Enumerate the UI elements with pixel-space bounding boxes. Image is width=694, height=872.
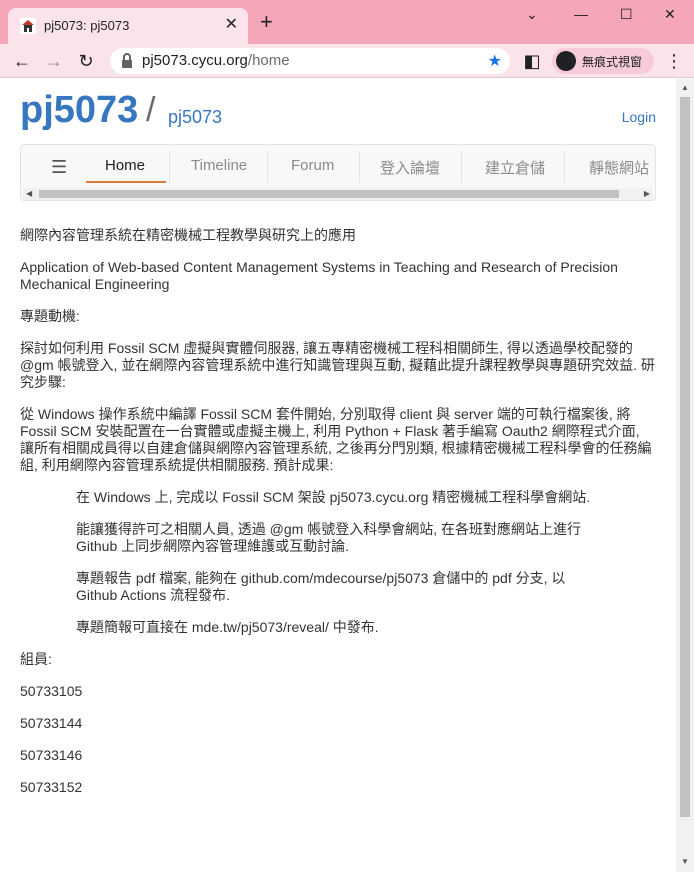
scroll-left-icon[interactable]: ◀	[26, 188, 32, 200]
back-icon[interactable]: ←	[10, 49, 34, 73]
page-vertical-scrollbar[interactable]: ▲ ▼	[676, 79, 694, 872]
nav-divider	[359, 151, 360, 183]
chevron-down-icon[interactable]: ⌄	[526, 6, 538, 23]
nav-divider	[461, 151, 462, 183]
scroll-down-icon[interactable]: ▼	[680, 857, 690, 867]
brand-separator: /	[146, 91, 156, 129]
outcome-item: 在 Windows 上, 完成以 Fossil SCM 架設 pj5073.cy…	[76, 489, 591, 505]
page-viewport: pj5073 / pj5073 Login ☰ Home Timeline Fo…	[0, 79, 676, 872]
browser-toolbar: ← → ↻ pj5073.cycu.org/home ★ ◧ 無痕式視窗 ⋮	[0, 44, 694, 78]
nav-divider	[564, 151, 565, 183]
site-subtitle[interactable]: pj5073	[168, 107, 222, 128]
tab-title: pj5073: pj5073	[44, 18, 130, 33]
maximize-icon[interactable]: ☐	[620, 6, 633, 23]
address-bar[interactable]: pj5073.cycu.org/home ★	[110, 48, 510, 74]
main-content: 網際內容管理系統在精密機械工程教學與研究上的應用 Application of …	[20, 227, 656, 811]
close-tab-icon[interactable]: ✕	[225, 16, 238, 34]
incognito-indicator[interactable]: 無痕式視窗	[552, 48, 654, 74]
browser-titlebar: pj5073: pj5073 ✕ + ⌄ — ☐ ✕	[0, 0, 694, 44]
nav-horizontal-scrollbar[interactable]: ◀ ▶	[23, 188, 653, 200]
steps-paragraph: 從 Windows 操作系統中編譯 Fossil SCM 套件開始, 分別取得 …	[20, 406, 652, 473]
minimize-icon[interactable]: —	[574, 6, 588, 22]
outcome-item: 專題報告 pdf 檔案, 能夠在 github.com/mdecourse/pj…	[76, 570, 566, 603]
nav-item-home[interactable]: Home	[105, 157, 145, 174]
nav-item-timeline[interactable]: Timeline	[191, 157, 247, 174]
nav-scroll-thumb[interactable]	[39, 190, 619, 198]
close-window-icon[interactable]: ✕	[664, 6, 676, 23]
page-scroll-thumb[interactable]	[680, 97, 690, 817]
nav-divider	[169, 151, 170, 183]
scroll-right-icon[interactable]: ▶	[644, 188, 650, 200]
side-panel-icon[interactable]: ◧	[520, 49, 544, 73]
nav-divider	[267, 151, 268, 183]
bookmark-star-icon[interactable]: ★	[488, 51, 502, 71]
hamburger-menu-icon[interactable]: ☰	[51, 157, 67, 178]
members-heading: 組員:	[20, 651, 52, 667]
menu-kebab-icon[interactable]: ⋮	[662, 49, 686, 73]
member-id: 50733152	[20, 779, 83, 795]
lock-icon	[122, 53, 132, 68]
nav-item-forum-login[interactable]: 登入論壇	[380, 157, 440, 178]
forward-icon[interactable]: →	[42, 49, 66, 73]
reload-icon[interactable]: ↻	[74, 49, 98, 73]
login-link[interactable]: Login	[622, 109, 656, 125]
content-title-zh: 網際內容管理系統在精密機械工程教學與研究上的應用	[20, 227, 356, 243]
member-id: 50733105	[20, 683, 83, 699]
member-id: 50733144	[20, 715, 83, 731]
nav-item-static-site[interactable]: 靜態網站	[589, 157, 649, 178]
motivation-heading: 專題動機:	[20, 308, 80, 324]
scroll-up-icon[interactable]: ▲	[680, 83, 690, 93]
new-tab-icon[interactable]: +	[260, 11, 273, 33]
nav-item-forum[interactable]: Forum	[291, 157, 334, 174]
outcome-item: 專題簡報可直接在 mde.tw/pj5073/reveal/ 中發布.	[76, 619, 379, 635]
member-id: 50733146	[20, 747, 83, 763]
main-nav: ☰ Home Timeline Forum 登入論壇 建立倉儲 靜態網站 ◀ ▶	[20, 144, 656, 201]
url-text: pj5073.cycu.org/home	[142, 52, 290, 69]
site-favicon-icon	[20, 18, 36, 34]
motivation-paragraph: 探討如何利用 Fossil SCM 虛擬與實體伺服器, 讓五專精密機械工程科相關…	[20, 340, 655, 390]
site-brand[interactable]: pj5073	[20, 89, 138, 132]
nav-item-create-repo[interactable]: 建立倉儲	[485, 157, 545, 178]
browser-tab[interactable]: pj5073: pj5073 ✕	[8, 8, 248, 44]
incognito-icon	[556, 51, 576, 71]
active-nav-indicator	[86, 181, 166, 183]
content-title-en: Application of Web-based Content Managem…	[20, 259, 618, 292]
outcome-item: 能讓獲得許可之相關人員, 透過 @gm 帳號登入科學會網站, 在各班對應網站上進…	[76, 521, 581, 554]
